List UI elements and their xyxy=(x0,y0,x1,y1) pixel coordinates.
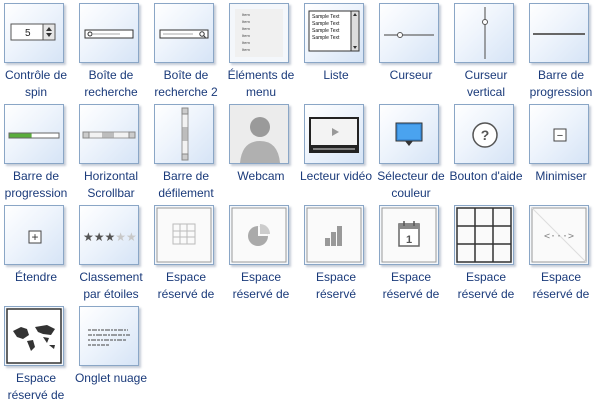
calendar-placeholder-icon: 1 xyxy=(379,205,439,265)
tag-cloud-icon xyxy=(79,306,139,366)
stencil-item-label: Webcam xyxy=(237,169,285,183)
stencil-item-label: Onglet nuage xyxy=(74,371,148,385)
stencil-item-label: Sélecteur de couleur xyxy=(377,169,445,200)
stencil-item-label: Liste xyxy=(323,68,349,82)
svg-text:<···>: <···> xyxy=(544,231,574,242)
svg-text:1: 1 xyxy=(406,234,412,246)
svg-text:?: ? xyxy=(481,127,490,143)
svg-text:★★★: ★★★ xyxy=(83,230,115,244)
stencil-item-list[interactable]: Sample Text Sample Text Sample Text Samp… xyxy=(300,0,375,102)
list-icon: Sample Text Sample Text Sample Text Samp… xyxy=(304,3,364,63)
stencil-item-vertical-slider[interactable]: Curseur vertical xyxy=(450,0,525,102)
stencil-item-calendar-placeholder[interactable]: 1 Espace réservé de xyxy=(375,202,450,304)
stencil-item-label: Espace réservé xyxy=(315,270,357,301)
stencil-item-label: Curseur vertical xyxy=(464,68,508,99)
stencil-item-label: Bouton d'aide xyxy=(449,169,523,183)
stencil-item-label: Boîte de recherche xyxy=(84,68,138,99)
stencil-item-label: Lecteur vidéo xyxy=(299,169,373,183)
stencil-item-map-placeholder[interactable]: Espace réservé de xyxy=(0,303,75,405)
stencil-item-label: Contrôle de spin xyxy=(4,68,68,99)
stencil-item-search-box-2[interactable]: Boîte de recherche 2 xyxy=(150,0,225,102)
svg-text:Item: Item xyxy=(242,26,250,31)
stencil-item-label: Barre de défilement xyxy=(158,169,214,200)
progress-fill xyxy=(9,133,32,138)
minimize-icon: − xyxy=(529,104,589,164)
search-box-2-icon xyxy=(154,3,214,63)
expand-icon: + xyxy=(4,205,64,265)
svg-text:Item: Item xyxy=(242,12,250,17)
stencil-item-bar-chart-placeholder[interactable]: Espace réservé xyxy=(300,202,375,304)
stencil-item-spin-control[interactable]: 5 Contrôle de spin xyxy=(0,0,75,102)
svg-text:Sample Text: Sample Text xyxy=(312,35,340,41)
table-placeholder-icon xyxy=(154,205,214,265)
svg-text:−: − xyxy=(557,130,563,142)
stencil-item-label: Horizontal Scrollbar xyxy=(83,169,139,200)
star-rating-icon: ★★★★★ ★★★ xyxy=(79,205,139,265)
webcam-icon xyxy=(229,104,289,164)
svg-text:Item: Item xyxy=(242,19,250,24)
stencil-item-star-rating[interactable]: ★★★★★ ★★★ Classement par étoiles xyxy=(75,202,150,304)
stencil-item-label: Espace réservé de xyxy=(382,270,440,301)
grid-placeholder-icon xyxy=(454,205,514,265)
spin-control-icon: 5 xyxy=(4,3,64,63)
stencil-item-video-player[interactable]: Lecteur vidéo xyxy=(300,101,375,203)
map-placeholder-icon xyxy=(4,306,64,366)
stencil-item-label: Espace réservé de xyxy=(7,371,65,402)
stencil-grid: 5 Contrôle de spin Boîte de recherche Bo… xyxy=(0,0,604,409)
stencil-item-label: Éléments de menu xyxy=(227,68,295,99)
svg-text:5: 5 xyxy=(25,28,31,39)
stencil-item-tag-cloud[interactable]: Onglet nuage xyxy=(75,303,150,405)
stencil-item-progress-bar[interactable]: Barre de progression xyxy=(525,0,600,102)
progress-bar-icon xyxy=(529,3,589,63)
search-box-icon xyxy=(79,3,139,63)
stencil-item-label: Espace réservé de xyxy=(157,270,215,301)
stencil-item-label: Étendre xyxy=(14,270,58,284)
color-picker-icon xyxy=(379,104,439,164)
stencil-item-table-placeholder[interactable]: Espace réservé de xyxy=(150,202,225,304)
stencil-item-label: Barre de progression xyxy=(529,68,593,99)
stencil-item-chart-placeholder[interactable]: Espace réservé de xyxy=(225,202,300,304)
stencil-item-help-button[interactable]: ? Bouton d'aide xyxy=(449,101,525,203)
stencil-item-label: Minimiser xyxy=(535,169,587,183)
stencil-item-color-picker[interactable]: Sélecteur de couleur xyxy=(375,101,450,203)
stencil-item-vertical-scrollbar[interactable]: Barre de défilement xyxy=(150,101,225,203)
stencil-item-label: Espace réservé de xyxy=(532,270,590,301)
svg-text:Sample Text: Sample Text xyxy=(312,28,340,34)
code-placeholder-icon: <···> xyxy=(529,205,589,265)
svg-text:Sample Text: Sample Text xyxy=(312,14,340,20)
stencil-item-label: Boîte de recherche 2 xyxy=(154,68,218,99)
stencil-item-webcam[interactable]: Webcam xyxy=(225,101,300,203)
svg-text:Item: Item xyxy=(242,47,250,52)
vertical-slider-icon xyxy=(454,3,514,63)
svg-text:Item: Item xyxy=(242,33,250,38)
video-player-icon xyxy=(304,104,364,164)
menu-items-icon: Item Item Item Item Item Item xyxy=(229,3,289,63)
stencil-item-expand[interactable]: + Étendre xyxy=(0,202,75,304)
stencil-item-label: Espace réservé de xyxy=(232,270,290,301)
stencil-item-label: Espace réservé de xyxy=(457,270,515,301)
chart-placeholder-icon xyxy=(229,205,289,265)
bar-chart-placeholder-icon xyxy=(304,205,364,265)
stencil-item-code-placeholder[interactable]: <···> Espace réservé de xyxy=(525,202,600,304)
slider-icon xyxy=(379,3,439,63)
svg-text:Item: Item xyxy=(242,40,250,45)
progress-bar-green-icon xyxy=(4,104,64,164)
help-button-icon: ? xyxy=(454,104,514,164)
stencil-item-label: Curseur xyxy=(389,68,433,82)
stencil-item-grid-placeholder[interactable]: Espace réservé de xyxy=(450,202,525,304)
stencil-item-label: Barre de progression xyxy=(4,169,68,200)
vertical-scrollbar-icon xyxy=(154,104,214,164)
stencil-item-menu-items[interactable]: Item Item Item Item Item Item Éléments d… xyxy=(225,0,300,102)
stencil-item-label: Classement par étoiles xyxy=(79,270,143,301)
horizontal-scrollbar-icon xyxy=(79,104,139,164)
svg-text:Sample Text: Sample Text xyxy=(312,21,340,27)
stencil-item-search-box[interactable]: Boîte de recherche xyxy=(75,0,150,102)
stencil-item-progress-bar-green[interactable]: Barre de progression xyxy=(0,101,75,203)
stencil-item-horizontal-scrollbar[interactable]: Horizontal Scrollbar xyxy=(75,101,150,203)
svg-text:+: + xyxy=(31,230,38,244)
stencil-item-minimize[interactable]: − Minimiser xyxy=(525,101,600,203)
stencil-item-slider[interactable]: Curseur xyxy=(375,0,450,102)
